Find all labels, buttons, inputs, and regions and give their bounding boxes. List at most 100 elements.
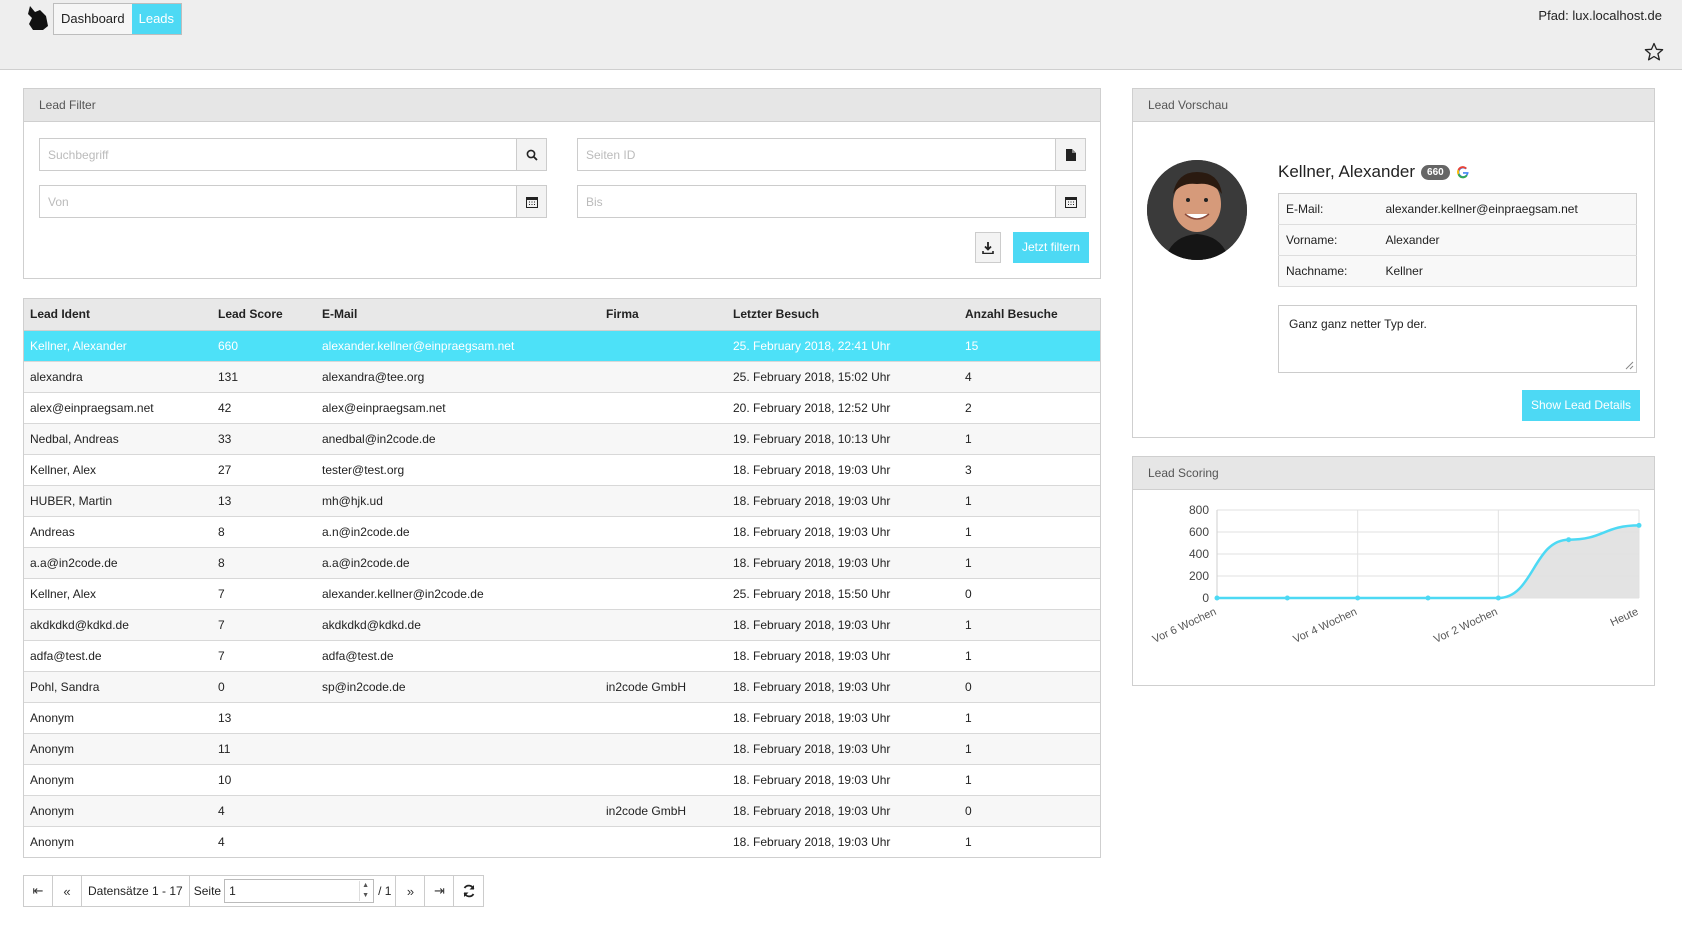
info-value: Alexander [1378, 224, 1637, 256]
file-icon [1065, 148, 1076, 161]
next-page-button[interactable]: » [396, 876, 426, 906]
lead-info-table: E-Mail: alexander.kellner@einpraegsam.ne… [1278, 193, 1637, 287]
lead-preview-title: Lead Vorschau [1133, 89, 1654, 122]
table-row[interactable]: Nedbal, Andreas 33 anedbal@in2code.de 19. F… [24, 423, 1100, 455]
path-label: Pfad: lux.localhost.de [1538, 8, 1662, 23]
info-label: Vorname: [1278, 224, 1379, 256]
cell-company [600, 609, 727, 641]
table-row[interactable]: Anonym 13 18. February 2018, 19:03 Uhr 1 [24, 702, 1100, 734]
lead-note-textarea[interactable]: Ganz ganz netter Typ der. [1278, 305, 1637, 373]
search-button[interactable] [516, 139, 546, 170]
chart-point [1566, 537, 1572, 543]
cell-email: alexandra@tee.org [316, 361, 600, 393]
table-row[interactable]: akdkdkd@kdkd.de 7 akdkdkd@kdkd.de 18. Febru… [24, 609, 1100, 641]
chart-y-tick-label: 400 [1189, 547, 1209, 561]
page-id-button[interactable] [1055, 139, 1085, 170]
cell-visit-count: 4 [959, 361, 1100, 393]
cell-email: a.n@in2code.de [316, 516, 600, 548]
table-row[interactable]: Anonym 10 18. February 2018, 19:03 Uhr 1 [24, 764, 1100, 796]
lead-filter-title: Lead Filter [24, 89, 1100, 122]
chart-point [1355, 595, 1361, 601]
resize-handle-icon[interactable] [1624, 360, 1634, 370]
search-icon [526, 149, 538, 161]
records-info: Datensätze 1 - 17 [82, 876, 190, 906]
table-row[interactable]: a.a@in2code.de 8 a.a@in2code.de 18. Februar… [24, 547, 1100, 579]
from-date-button[interactable] [516, 186, 546, 217]
nav-tab-dashboard[interactable]: Dashboard [54, 4, 132, 34]
cell-email: alex@einpraegsam.net [316, 392, 600, 424]
cell-visit-count: 1 [959, 764, 1100, 796]
refresh-button[interactable] [454, 876, 483, 906]
cell-visit-count: 0 [959, 671, 1100, 703]
cell-last-visit: 18. February 2018, 19:03 Uhr [727, 826, 959, 857]
cell-visit-count: 1 [959, 516, 1100, 548]
page-spinner[interactable]: ▲ ▼ [359, 881, 371, 901]
table-row[interactable]: Pohl, Sandra 0 sp@in2code.de in2code GmbH 18… [24, 671, 1100, 703]
cell-last-visit: 20. February 2018, 12:52 Uhr [727, 392, 959, 424]
chart-point [1425, 595, 1431, 601]
fox-logo-icon[interactable] [26, 4, 50, 32]
col-header-company[interactable]: Firma [600, 299, 727, 331]
cell-lead-score: 33 [212, 423, 316, 455]
table-row[interactable]: Kellner, Alexander 660 alexander.kellner@e… [24, 330, 1100, 362]
page-input-group: Seite 1 ▲ ▼ / 1 [190, 876, 397, 906]
lead-note-text: Ganz ganz netter Typ der. [1289, 317, 1427, 331]
table-row[interactable]: adfa@test.de 7 adfa@test.de 18. February 20… [24, 640, 1100, 672]
cell-company [600, 330, 727, 362]
col-header-lead-ident[interactable]: Lead Ident [24, 299, 212, 331]
prev-page-button[interactable]: « [53, 876, 82, 906]
to-date-button[interactable] [1055, 186, 1085, 217]
to-date-input[interactable] [578, 186, 1055, 217]
chart-point [1284, 595, 1290, 601]
table-row[interactable]: alexandra 131 alexandra@tee.org 25. Februar… [24, 361, 1100, 393]
table-row[interactable]: Anonym 4 18. February 2018, 19:03 Uhr 1 [24, 826, 1100, 857]
star-icon[interactable] [1644, 42, 1664, 62]
cell-lead-score: 7 [212, 578, 316, 610]
col-header-last-visit[interactable]: Letzter Besuch [727, 299, 959, 331]
leads-table: Lead Ident Lead Score E-Mail Firma Letzt… [23, 298, 1101, 858]
from-date-input[interactable] [40, 186, 516, 217]
cell-last-visit: 18. February 2018, 19:03 Uhr [727, 733, 959, 765]
table-row[interactable]: Kellner, Alex 27 tester@test.org 18. Februa… [24, 454, 1100, 486]
col-header-lead-score[interactable]: Lead Score [212, 299, 316, 331]
table-row[interactable]: alex@einpraegsam.net 42 alex@einpraegsam.n… [24, 392, 1100, 424]
cell-lead-score: 131 [212, 361, 316, 393]
cell-company [600, 547, 727, 579]
table-row[interactable]: Anonym 4 in2code GmbH 18. February 2018, 19… [24, 795, 1100, 827]
page-id-input[interactable] [578, 139, 1055, 170]
col-header-visit-count[interactable]: Anzahl Besuche [959, 299, 1100, 331]
chart-area-fill [1217, 525, 1639, 598]
lead-name-heading: Kellner, Alexander 660 [1278, 162, 1470, 182]
download-button[interactable] [975, 232, 1001, 263]
cell-last-visit: 19. February 2018, 10:13 Uhr [727, 423, 959, 455]
cell-email: alexander.kellner@in2code.de [316, 578, 600, 610]
cell-company [600, 702, 727, 734]
cell-company [600, 454, 727, 486]
cell-last-visit: 18. February 2018, 19:03 Uhr [727, 671, 959, 703]
cell-lead-ident: Nedbal, Andreas [24, 423, 212, 455]
table-row[interactable]: HUBER, Martin 13 mh@hjk.ud 18. February 201… [24, 485, 1100, 517]
col-header-email[interactable]: E-Mail [316, 299, 600, 331]
total-pages: / 1 [378, 884, 392, 898]
cell-visit-count: 1 [959, 702, 1100, 734]
nav-tab-leads[interactable]: Leads [131, 4, 182, 34]
last-page-button[interactable]: ⇥ [425, 876, 455, 906]
first-page-button[interactable]: ⇤ [24, 876, 53, 906]
chart-y-tick-label: 800 [1189, 503, 1209, 517]
search-input[interactable] [40, 139, 516, 170]
page-input[interactable]: 1 ▲ ▼ [224, 879, 375, 903]
cell-last-visit: 18. February 2018, 19:03 Uhr [727, 795, 959, 827]
page-label: Seite [193, 884, 222, 898]
show-lead-details-button[interactable]: Show Lead Details [1522, 390, 1641, 421]
table-row[interactable]: Kellner, Alex 7 alexander.kellner@in2code.… [24, 578, 1100, 610]
cell-last-visit: 18. February 2018, 19:03 Uhr [727, 454, 959, 486]
table-row[interactable]: Anonym 11 18. February 2018, 19:03 Uhr 1 [24, 733, 1100, 765]
filter-submit-button[interactable]: Jetzt filtern [1013, 232, 1090, 263]
cell-lead-score: 7 [212, 609, 316, 641]
table-row[interactable]: Andreas 8 a.n@in2code.de 18. February 2018,… [24, 516, 1100, 548]
cell-lead-ident: HUBER, Martin [24, 485, 212, 517]
cell-visit-count: 1 [959, 485, 1100, 517]
chart-y-tick-label: 600 [1189, 525, 1209, 539]
info-row-lastname: Nachname: Kellner [1278, 255, 1637, 287]
cell-lead-ident: alexandra [24, 361, 212, 393]
